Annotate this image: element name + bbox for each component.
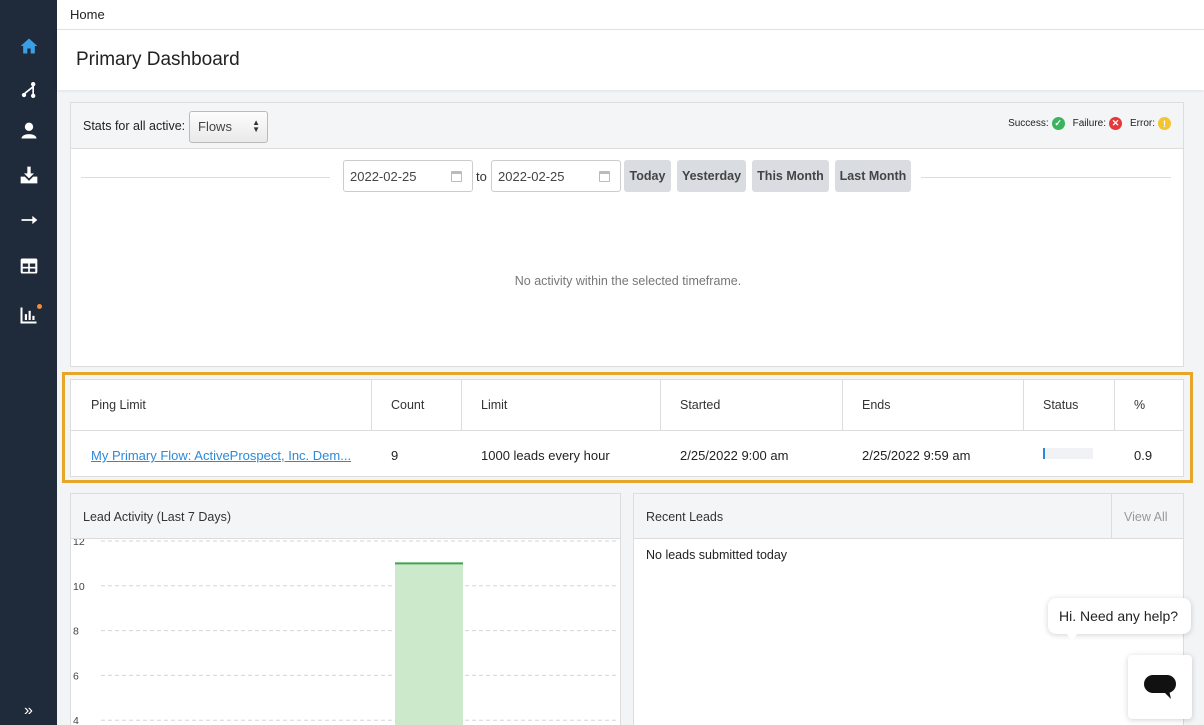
legend-failure-label: Failure: bbox=[1072, 118, 1106, 129]
last-month-button[interactable]: Last Month bbox=[835, 160, 911, 192]
help-bubble-tail bbox=[1066, 633, 1078, 641]
recent-leads-header: Recent Leads View All bbox=[634, 494, 1183, 539]
chat-icon bbox=[1144, 675, 1176, 699]
y-tick-label: 6 bbox=[73, 670, 79, 682]
active-type-value: Flows bbox=[198, 119, 232, 134]
date-range-row: 2022-02-25 to 2022-02-25 Today Yesterday… bbox=[71, 160, 1185, 194]
status-legend: Success: ✓ Failure: ✕ Error: ! bbox=[1008, 117, 1171, 130]
column-header-limit: Limit bbox=[481, 398, 508, 412]
column-header-count: Count bbox=[391, 398, 425, 412]
chart-bar bbox=[395, 563, 463, 725]
active-type-select[interactable]: Flows ▲ ▼ bbox=[189, 111, 268, 143]
expand-icon: » bbox=[24, 702, 33, 719]
success-icon: ✓ bbox=[1051, 117, 1065, 130]
sidebar-item-flows[interactable] bbox=[0, 70, 57, 110]
calendar-icon bbox=[451, 171, 462, 182]
yesterday-button[interactable]: Yesterday bbox=[677, 160, 746, 192]
error-icon: ! bbox=[1158, 117, 1171, 130]
divider-line bbox=[81, 177, 330, 178]
ends-cell: 2/25/2022 9:59 am bbox=[862, 448, 971, 463]
y-tick-label: 10 bbox=[73, 581, 85, 593]
ping-limit-table: Ping Limit Count Limit Started Ends Stat… bbox=[70, 379, 1184, 477]
to-label: to bbox=[476, 169, 487, 184]
lead-activity-title: Lead Activity (Last 7 Days) bbox=[83, 510, 231, 524]
chat-launcher-button[interactable] bbox=[1128, 655, 1192, 719]
failure-icon: ✕ bbox=[1109, 117, 1122, 130]
started-cell: 2/25/2022 9:00 am bbox=[680, 448, 789, 463]
flows-icon bbox=[21, 82, 35, 98]
limit-cell: 1000 leads every hour bbox=[481, 448, 610, 463]
help-bubble[interactable]: Hi. Need any help? bbox=[1048, 598, 1191, 634]
stats-header: Stats for all active: Flows ▲ ▼ Success: … bbox=[71, 103, 1183, 149]
lead-activity-header: Lead Activity (Last 7 Days) bbox=[71, 494, 620, 539]
flow-link[interactable]: My Primary Flow: ActiveProspect, Inc. De… bbox=[91, 448, 351, 463]
stats-panel: Stats for all active: Flows ▲ ▼ Success: … bbox=[70, 102, 1184, 367]
no-leads-message: No leads submitted today bbox=[646, 548, 788, 562]
column-header-ends: Ends bbox=[862, 398, 891, 412]
lead-activity-chart: 12 10 8 6 4 bbox=[73, 539, 619, 725]
y-tick-label: 4 bbox=[73, 715, 79, 725]
contacts-icon bbox=[21, 122, 36, 139]
view-all-button[interactable]: View All bbox=[1111, 494, 1183, 539]
y-tick-label: 12 bbox=[73, 539, 85, 548]
sidebar-item-contacts[interactable] bbox=[0, 111, 57, 151]
this-month-button[interactable]: This Month bbox=[752, 160, 829, 192]
notification-dot bbox=[37, 304, 42, 309]
sidebar: » bbox=[0, 0, 57, 725]
start-date-value: 2022-02-25 bbox=[350, 169, 417, 184]
table-header: Ping Limit Count Limit Started Ends Stat… bbox=[71, 380, 1183, 431]
column-header-ping-limit: Ping Limit bbox=[91, 398, 146, 412]
home-icon bbox=[20, 38, 37, 54]
percent-cell: 0.9 bbox=[1134, 448, 1153, 463]
stats-label: Stats for all active: bbox=[83, 119, 186, 133]
column-header-status: Status bbox=[1043, 398, 1079, 412]
breadcrumb[interactable]: Home bbox=[70, 7, 105, 22]
reports-icon bbox=[20, 307, 36, 324]
calendar-icon bbox=[599, 171, 610, 182]
arrow-right-icon bbox=[21, 215, 37, 225]
sidebar-item-tables[interactable] bbox=[0, 246, 57, 286]
no-activity-message: No activity within the selected timefram… bbox=[514, 274, 742, 288]
sidebar-item-home[interactable] bbox=[0, 26, 57, 66]
legend-success-label: Success: bbox=[1008, 118, 1049, 129]
start-date-input[interactable]: 2022-02-25 bbox=[343, 160, 473, 192]
page-title: Primary Dashboard bbox=[76, 49, 240, 70]
recent-leads-title: Recent Leads bbox=[646, 510, 724, 524]
sidebar-item-reports[interactable] bbox=[0, 295, 57, 335]
table-icon bbox=[20, 258, 37, 274]
column-header-started: Started bbox=[680, 398, 721, 412]
title-bar: Primary Dashboard bbox=[57, 30, 1204, 90]
sidebar-item-routing[interactable] bbox=[0, 200, 57, 240]
status-progress-fill bbox=[1043, 448, 1045, 459]
select-arrows-icon: ▲ ▼ bbox=[252, 118, 260, 134]
sidebar-item-import[interactable] bbox=[0, 155, 57, 195]
divider-line bbox=[921, 177, 1171, 178]
end-date-input[interactable]: 2022-02-25 bbox=[491, 160, 621, 192]
expand-sidebar-button[interactable]: » bbox=[0, 697, 57, 725]
lead-activity-panel: Lead Activity (Last 7 Days) 12 10 8 6 4 bbox=[70, 493, 621, 725]
status-progress-bar bbox=[1043, 448, 1093, 459]
end-date-value: 2022-02-25 bbox=[498, 169, 565, 184]
count-cell: 9 bbox=[391, 448, 399, 463]
legend-error-label: Error: bbox=[1130, 118, 1155, 129]
today-button[interactable]: Today bbox=[624, 160, 671, 192]
column-header-percent: % bbox=[1134, 398, 1146, 412]
topbar: Home bbox=[57, 0, 1204, 30]
y-tick-label: 8 bbox=[73, 626, 79, 638]
import-icon bbox=[20, 166, 37, 184]
